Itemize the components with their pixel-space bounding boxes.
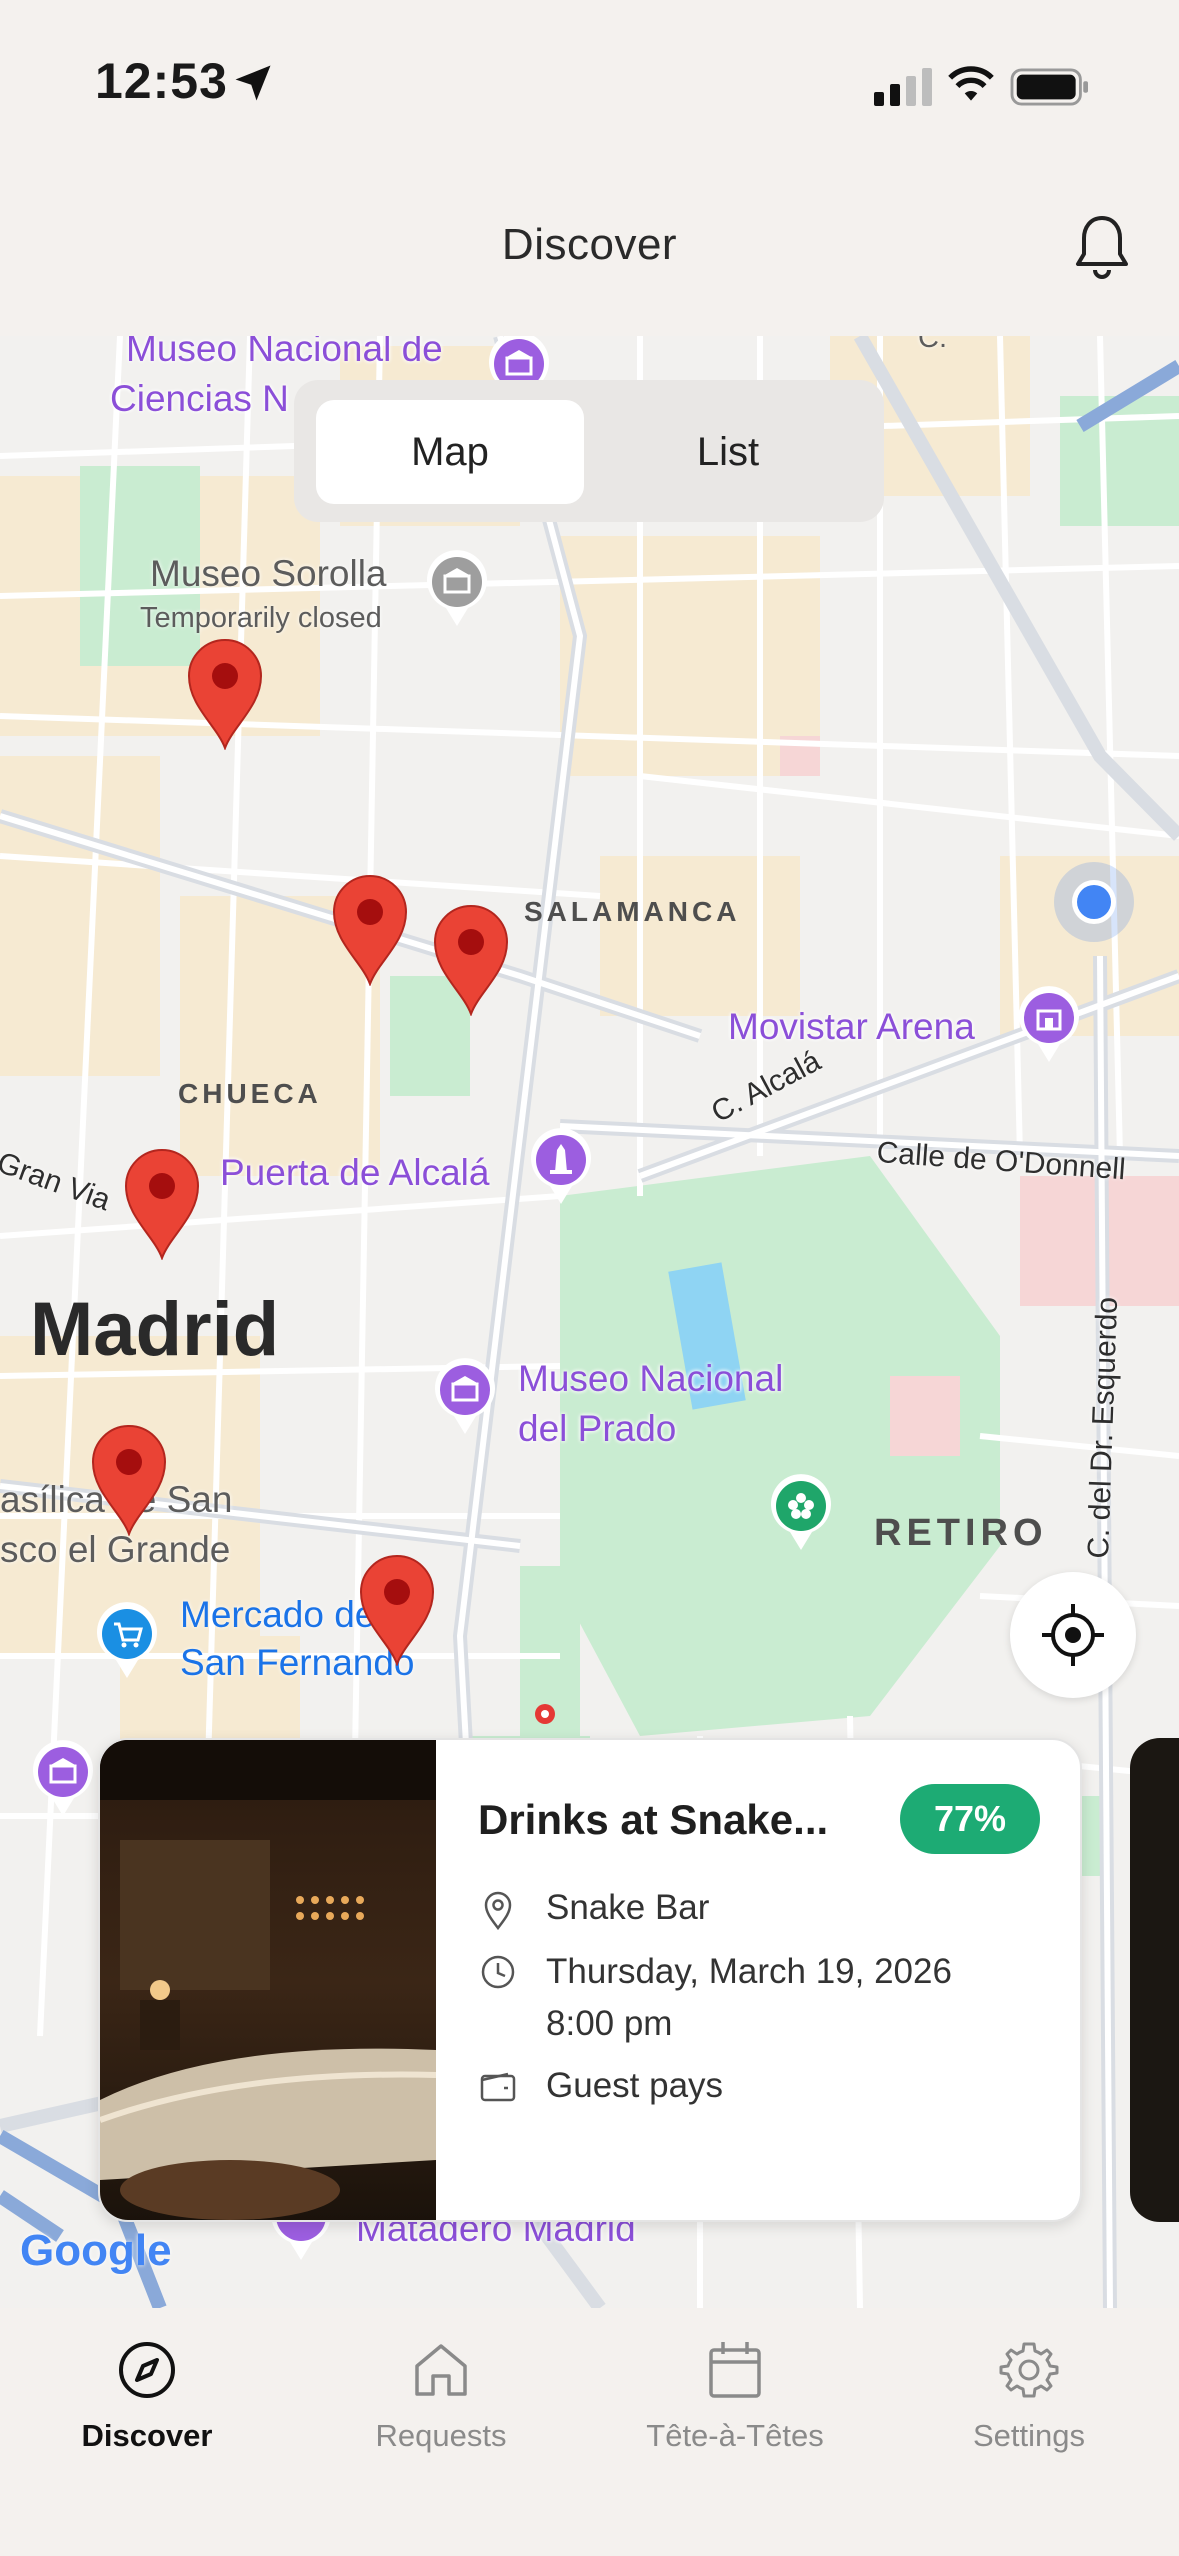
event-card[interactable]: Drinks at Snake... 77% Snake Bar Thursda…	[98, 1738, 1082, 2222]
cellular-signal-icon	[874, 68, 932, 106]
gear-icon	[999, 2342, 1059, 2398]
map-label-madrid: Madrid	[30, 1287, 280, 1372]
status-time: 12:53	[95, 53, 228, 109]
map-label-puerta-alcala: Puerta de Alcalá	[220, 1152, 490, 1193]
event-pin-icon[interactable]	[431, 902, 511, 1016]
status-bar: 12:53	[0, 0, 1179, 170]
page-title: Discover	[501, 220, 678, 269]
location-pin-icon	[484, 1891, 512, 1931]
location-arrow-icon	[235, 65, 271, 101]
tab-settings[interactable]: Settings	[882, 2326, 1176, 2466]
map-label-museo-ciencias-2: Ciencias N	[110, 378, 289, 419]
tab-tete-a-tetes[interactable]: Tête-à-Têtes	[588, 2326, 882, 2466]
map-label-museo-sorolla: Museo Sorolla	[150, 553, 387, 594]
header: Discover	[0, 170, 1179, 336]
arena-poi-icon[interactable]	[1016, 984, 1082, 1064]
tab-discover[interactable]: Discover	[0, 2326, 294, 2466]
google-logo: Google	[20, 2226, 172, 2275]
map-label-retiro: RETIRO	[874, 1512, 1048, 1554]
map-label-chueca: CHUECA	[178, 1078, 322, 1109]
event-time: 8:00 pm	[546, 2004, 673, 2043]
wallet-icon	[480, 2072, 516, 2102]
map-label-museo-prado-2: del Prado	[518, 1408, 677, 1449]
event-title: Drinks at Snake...	[478, 1796, 829, 1843]
tab-label: Settings	[972, 2418, 1085, 2453]
map-label-salamanca: SALAMANCA	[524, 896, 741, 927]
match-percentage-badge: 77%	[900, 1784, 1040, 1854]
tab-label: Discover	[81, 2418, 213, 2453]
museum-poi-icon[interactable]	[432, 1356, 498, 1436]
tab-label: Requests	[375, 2418, 507, 2453]
next-event-card-peek[interactable]	[1130, 1738, 1179, 2222]
tab-bar: Discover Requests Tête-à-Têtes Settings	[0, 2308, 1179, 2556]
wifi-icon	[948, 66, 994, 101]
compass-icon	[119, 2342, 175, 2398]
event-date: Thursday, March 19, 2026	[546, 1952, 952, 1991]
event-pin-icon[interactable]	[122, 1146, 202, 1260]
museum-poi-icon[interactable]	[30, 1738, 96, 1818]
event-pin-icon[interactable]	[330, 872, 410, 986]
map-label-movistar-arena: Movistar Arena	[728, 1006, 975, 1047]
tab-requests[interactable]: Requests	[294, 2326, 588, 2466]
shopping-cart-poi-icon[interactable]	[94, 1600, 160, 1680]
calendar-icon	[709, 2342, 761, 2398]
home-icon	[415, 2344, 467, 2396]
map-tab-button[interactable]: Map	[316, 400, 584, 504]
map-label-museo-ciencias: Museo Nacional de	[126, 336, 443, 369]
tab-label: Tête-à-Têtes	[646, 2418, 824, 2453]
park-poi-icon[interactable]	[768, 1472, 834, 1552]
list-tab-button[interactable]: List	[594, 400, 862, 504]
museum-poi-icon[interactable]	[424, 548, 490, 628]
payment-info: Guest pays	[546, 2066, 724, 2105]
map-label-temporarily-closed: Temporarily closed	[140, 602, 382, 634]
map-label-museo-prado: Museo Nacional	[518, 1358, 784, 1399]
clock-icon	[481, 1955, 515, 1989]
venue-name: Snake Bar	[546, 1888, 710, 1927]
event-pin-icon[interactable]	[185, 636, 265, 750]
event-venue-photo	[100, 1740, 436, 2220]
monument-poi-icon[interactable]	[528, 1126, 594, 1206]
map-label-corner-street: C.	[918, 336, 947, 354]
event-pin-icon[interactable]	[89, 1422, 169, 1536]
event-pin-icon[interactable]	[357, 1552, 437, 1666]
user-location-icon	[1054, 862, 1134, 942]
notification-bell-icon[interactable]	[1070, 212, 1134, 284]
map-list-toggle: Map List	[294, 380, 884, 522]
crosshair-icon	[1042, 1604, 1104, 1666]
recenter-location-button[interactable]	[1010, 1572, 1136, 1698]
battery-icon	[1010, 68, 1088, 106]
map-label-mercado: Mercado de	[180, 1594, 376, 1635]
